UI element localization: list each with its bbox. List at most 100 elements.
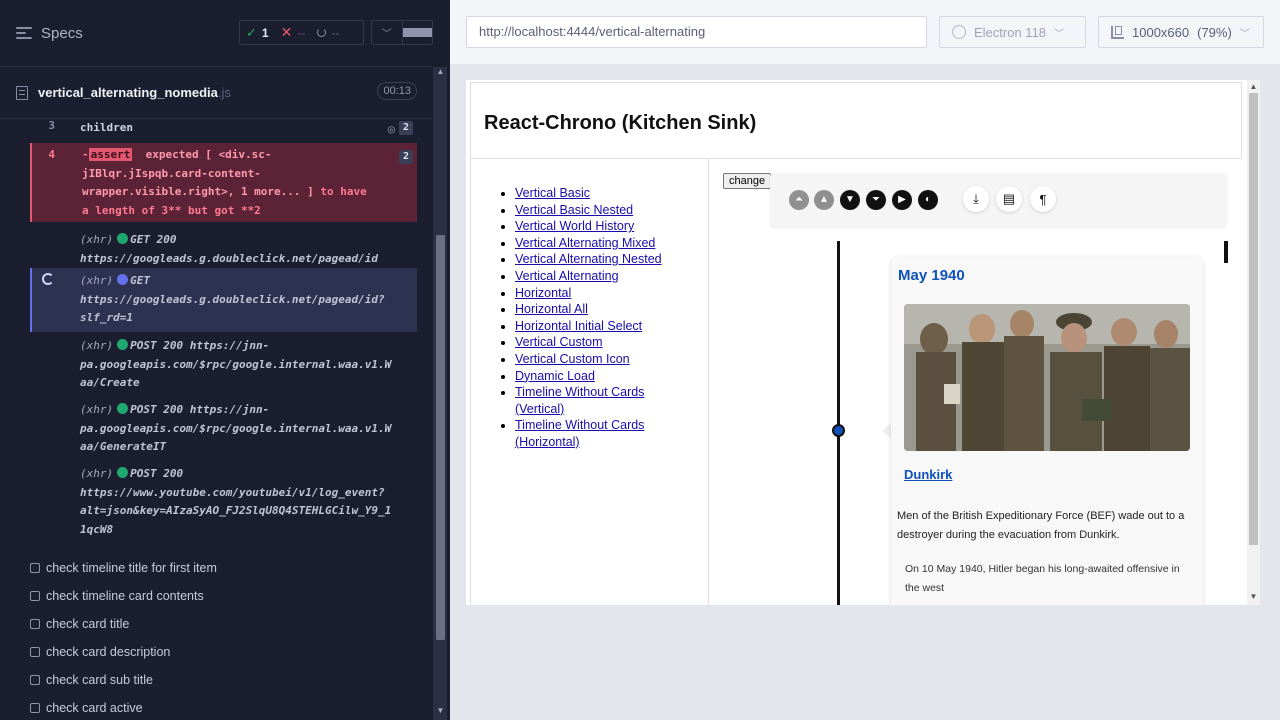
xhr-url-3: aa/Create xyxy=(80,376,140,389)
specs-title[interactable]: Specs xyxy=(41,25,83,42)
spec-file-name: vertical_alternating_nomedia xyxy=(38,85,218,100)
command-xhr[interactable]: (xhr) POST 200 https://www.youtube.com/yo… xyxy=(30,463,417,543)
xhr-body: (xhr) GET 200 https://googleads.g.doublec… xyxy=(80,231,409,268)
nav-link[interactable]: Vertical Alternating Mixed xyxy=(515,236,655,250)
chevron-down-icon: ﹀ xyxy=(1239,28,1250,40)
cross-icon: ✕ xyxy=(280,24,293,40)
card-title: May 1940 xyxy=(898,267,965,284)
last-icon[interactable]: ⏷ xyxy=(866,190,886,210)
xhr-url-2: pa.googleapis.com/$rpc/google.internal.w… xyxy=(80,357,392,371)
test-item[interactable]: check card active xyxy=(30,694,430,720)
test-item[interactable]: check card title xyxy=(30,610,430,638)
command-xhr[interactable]: (xhr) GET 200 https://googleads.g.doublec… xyxy=(30,226,417,268)
command-xhr[interactable]: (xhr) POST 200 https://jnn- pa.googleapis… xyxy=(30,335,417,395)
test-title: check card sub title xyxy=(46,673,153,687)
xhr-url-2: pa.googleapis.com/$rpc/google.internal.w… xyxy=(80,421,392,435)
first-icon[interactable]: ⏶ xyxy=(789,190,809,210)
play-icon[interactable]: ▶ xyxy=(892,190,912,210)
layout-icon[interactable]: ▤ xyxy=(996,186,1022,212)
test-title: check card title xyxy=(46,617,130,631)
command-name: children xyxy=(80,121,133,134)
expand-button[interactable]: ﹀ xyxy=(372,21,402,44)
app-under-test: React-Chrono (Kitchen Sink) Vertical Bas… xyxy=(466,80,1260,605)
xhr-url-3: aa/GenerateIT xyxy=(80,440,167,453)
pending-icon xyxy=(317,28,327,37)
spinner-icon xyxy=(42,273,54,285)
next-icon[interactable]: ▼ xyxy=(840,190,860,210)
scroll-up-arrow-icon[interactable]: ▲ xyxy=(436,68,445,76)
nav-link[interactable]: Timeline Without Cards (Vertical) xyxy=(515,385,644,416)
nav-link[interactable]: Vertical Custom xyxy=(515,335,603,349)
reporter-scrollbar-thumb[interactable] xyxy=(436,235,445,640)
status-dot xyxy=(117,274,129,285)
timeline-point[interactable] xyxy=(832,424,845,437)
stop-button[interactable] xyxy=(401,21,432,44)
change-button[interactable]: change xyxy=(723,173,772,189)
assert-message: - assert expected [ <div.sc- jIBlqr.jIspq… xyxy=(82,146,409,220)
nav-item: Dynamic Load xyxy=(515,368,685,385)
nav-item: Horizontal xyxy=(515,285,685,302)
xhr-method: POST 200 xyxy=(130,339,184,352)
assert-line-2: jIBlqr.jIspqb.card-content- xyxy=(82,166,261,180)
browser-selector[interactable]: Electron 118 ﹀ xyxy=(939,16,1086,48)
command-children[interactable]: 3 children ◎ 2 xyxy=(30,119,417,138)
nav-link[interactable]: Vertical Custom Icon xyxy=(515,352,630,366)
card-link[interactable]: Dunkirk xyxy=(904,467,952,482)
app-scrollbar-thumb[interactable] xyxy=(1249,93,1258,545)
nav-link[interactable]: Vertical Alternating xyxy=(515,269,619,283)
nav-link[interactable]: Horizontal All xyxy=(515,302,588,316)
nav-link[interactable]: Horizontal Initial Select xyxy=(515,319,642,333)
xhr-method: GET xyxy=(130,274,150,287)
url-field[interactable]: http://localhost:4444/vertical-alternati… xyxy=(466,16,927,48)
test-item[interactable]: check timeline card contents xyxy=(30,582,430,610)
spec-file-row[interactable]: vertical_alternating_nomedia .js 00:13 xyxy=(0,67,432,119)
paragraph-icon[interactable]: ¶ xyxy=(1030,186,1056,212)
nav-item: Horizontal All xyxy=(515,301,685,318)
nav-link[interactable]: Timeline Without Cards (Horizontal) xyxy=(515,418,644,449)
scroll-down-arrow-icon[interactable]: ▼ xyxy=(436,707,445,715)
timeline-scroll-marker xyxy=(1224,241,1228,263)
nav-link[interactable]: Vertical Basic xyxy=(515,186,590,200)
test-item[interactable]: check card description xyxy=(30,638,430,666)
scroll-down-arrow-icon[interactable]: ▼ xyxy=(1249,592,1258,602)
element-count-badge: 2 xyxy=(398,150,413,164)
timeline-card[interactable]: May 1940 Dunkirk Men of the British Expe… xyxy=(891,257,1203,605)
xhr-body: (xhr) POST 200 https://www.youtube.com/yo… xyxy=(80,465,409,539)
nav-link[interactable]: Vertical Basic Nested xyxy=(515,203,633,217)
dark-mode-icon[interactable]: ◐ xyxy=(918,190,938,210)
menu-icon[interactable] xyxy=(16,27,32,39)
test-item[interactable]: check card sub title xyxy=(30,666,430,694)
app-body: Vertical Basic Vertical Basic Nested Ver… xyxy=(470,159,1242,605)
test-item[interactable]: check timeline title for first item xyxy=(30,554,430,582)
nav-link[interactable]: Vertical World History xyxy=(515,219,634,233)
xhr-body: (xhr) GET https://googleads.g.doubleclick… xyxy=(80,272,409,328)
nav-item: Vertical Custom xyxy=(515,334,685,351)
viewport-selector[interactable]: 1000x660 (79%) ﹀ xyxy=(1098,16,1264,48)
soldiers-photo xyxy=(904,304,1190,451)
xhr-url-3: 1qcW8 xyxy=(80,522,114,536)
test-title: check card active xyxy=(46,701,143,715)
command-xhr-pending[interactable]: (xhr) GET https://googleads.g.doubleclick… xyxy=(30,268,417,332)
command-assert-failed[interactable]: 4 - assert expected [ <div.sc- jIBlqr.jIs… xyxy=(30,143,417,222)
app-header: React-Chrono (Kitchen Sink) xyxy=(470,82,1242,159)
viewport-size: 1000x660 xyxy=(1132,24,1190,40)
test-title: check timeline title for first item xyxy=(46,561,217,575)
scroll-up-arrow-icon[interactable]: ▲ xyxy=(1249,82,1258,92)
browser-name: Electron 118 xyxy=(974,24,1047,40)
download-icon[interactable]: ⤓ xyxy=(963,186,989,212)
xhr-label: (xhr) xyxy=(80,233,114,246)
test-title: check card description xyxy=(46,645,171,659)
nav-item: Horizontal Initial Select xyxy=(515,318,685,335)
previous-icon[interactable]: ▲ xyxy=(814,190,834,210)
assert-tag: assert xyxy=(88,148,133,161)
test-stats: ✓ 1 ✕ -- -- xyxy=(239,20,364,45)
checkbox-icon xyxy=(30,563,40,573)
nav-link[interactable]: Dynamic Load xyxy=(515,369,595,383)
command-xhr[interactable]: (xhr) POST 200 https://jnn- pa.googleapis… xyxy=(30,399,417,459)
assert-line-4: a length of 3** but got **2 xyxy=(82,203,261,217)
nav-link[interactable]: Horizontal xyxy=(515,286,571,300)
nav-link[interactable]: Vertical Alternating Nested xyxy=(515,252,662,266)
command-log: 3 children ◎ 2 4 - assert expected [ <div… xyxy=(30,119,417,543)
assert-line-3-code: wrapper.visible.right>, 1 more... ] xyxy=(82,185,314,198)
chevron-down-icon: ﹀ xyxy=(381,29,392,40)
